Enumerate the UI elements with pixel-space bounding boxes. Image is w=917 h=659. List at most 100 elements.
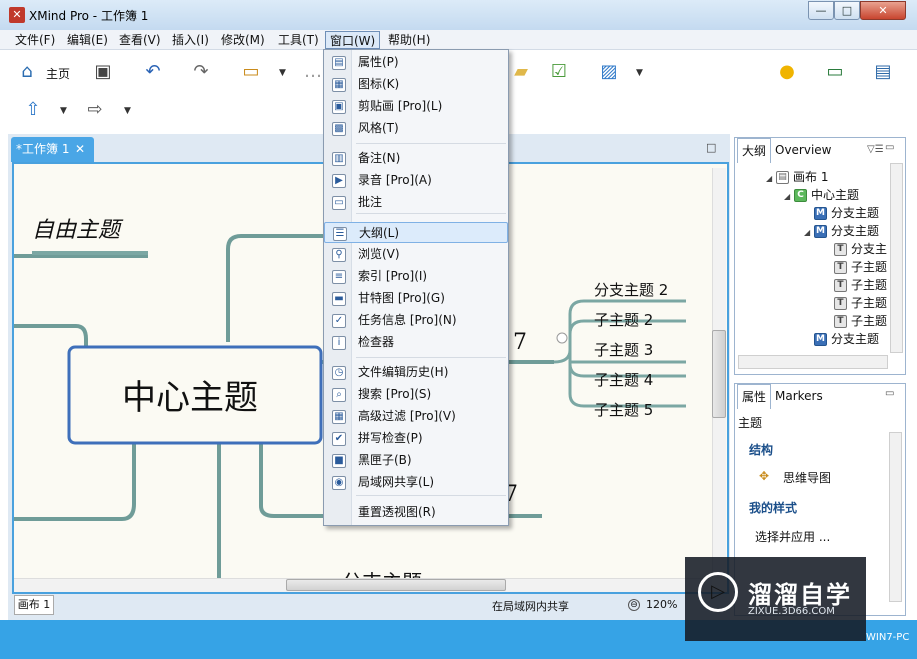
expand-toggle-icon[interactable]: ◢: [784, 188, 794, 206]
chevron-down-icon[interactable]: ▼: [636, 68, 643, 78]
comment-icon: ▭: [332, 196, 346, 210]
central-topic[interactable]: 中心主题: [122, 370, 258, 419]
menu-item[interactable]: ▭ 批注: [324, 192, 508, 213]
menu-item[interactable]: ▦ 图标(K): [324, 74, 508, 95]
chevron-down-icon[interactable]: ▼: [124, 106, 131, 116]
menu-view[interactable]: 查看(V): [115, 31, 165, 49]
topic-type-icon: T: [834, 279, 847, 292]
save-icon[interactable]: ▣: [90, 60, 116, 86]
export-icon[interactable]: ⇨: [82, 98, 108, 124]
home-icon[interactable]: ⌂: [14, 60, 40, 86]
menu-item[interactable]: ≡ 索引 [Pro](I): [324, 266, 508, 287]
maximize-view-icon[interactable]: □: [706, 141, 716, 154]
menu-item[interactable]: 重置透视图(R): [324, 502, 508, 523]
close-button[interactable]: ✕: [860, 1, 906, 20]
menu-item[interactable]: ▥ 备注(N): [324, 148, 508, 169]
menu-item[interactable]: ◉ 局域网共享(L): [324, 472, 508, 493]
upload-icon[interactable]: ⇧: [20, 98, 46, 124]
home-label[interactable]: 主页: [46, 65, 70, 82]
image-icon[interactable]: ▨: [596, 60, 622, 86]
outline-tree-item[interactable]: T 子主题: [824, 312, 887, 330]
minimize-button[interactable]: —: [808, 1, 834, 20]
menu-file[interactable]: 文件(F): [11, 31, 59, 49]
outline-item-label: 子主题: [851, 314, 888, 328]
sub-topic[interactable]: 子主题 3: [594, 339, 653, 360]
menu-modify[interactable]: 修改(M): [217, 31, 269, 49]
window-title: XMind Pro - 工作簿 1: [29, 9, 149, 23]
menu-item[interactable]: ✔ 拼写检查(P): [324, 428, 508, 449]
menu-item[interactable]: ⚲ 浏览(V): [324, 244, 508, 265]
minimize-panel-icon[interactable]: ▭: [885, 388, 894, 399]
task-icon[interactable]: ☑: [546, 60, 572, 86]
layout-icon[interactable]: ▤: [870, 60, 896, 86]
note-icon[interactable]: ▰: [508, 60, 534, 86]
expand-toggle-icon[interactable]: ◢: [804, 224, 814, 242]
menu-window[interactable]: 窗口(W): [325, 31, 381, 49]
presentation-icon[interactable]: ▭: [822, 60, 848, 86]
menu-item[interactable]: ▦ 高级过滤 [Pro](V): [324, 406, 508, 427]
menu-item-label: 任务信息 [Pro](N): [358, 313, 457, 327]
outline-tree-item[interactable]: ◢ C 中心主题: [784, 186, 859, 204]
outline-horizontal-scrollbar[interactable]: [738, 355, 888, 369]
menu-tools[interactable]: 工具(T): [274, 31, 323, 49]
horizontal-scroll-thumb[interactable]: [286, 579, 506, 591]
menu-item[interactable]: ◷ 文件编辑历史(H): [324, 362, 508, 383]
editor-tab-label: *工作簿 1: [16, 142, 70, 156]
sheet-tab[interactable]: 画布 1: [14, 595, 54, 615]
outline-tree-item[interactable]: ◢ ▤ 画布 1: [766, 168, 828, 186]
menu-item[interactable]: ☰ 大纲(L): [324, 222, 508, 243]
expand-toggle-icon[interactable]: ◢: [766, 170, 776, 188]
outline-tree-item[interactable]: T 子主题: [824, 258, 887, 276]
menu-edit[interactable]: 编辑(E): [63, 31, 112, 49]
properties-vertical-scrollbar[interactable]: [889, 432, 902, 602]
outline-tree-item[interactable]: T 分支主: [824, 240, 887, 258]
structure-value[interactable]: 思维导图: [783, 469, 831, 486]
sub-topic[interactable]: 子主题 5: [594, 399, 653, 420]
tab-overview[interactable]: Overview: [771, 138, 836, 163]
sub-topic[interactable]: 子主题 2: [594, 309, 653, 330]
menu-item[interactable]: ■ 黑匣子(B): [324, 450, 508, 471]
chevron-down-icon[interactable]: ▼: [279, 68, 286, 78]
menu-item[interactable]: ⌕ 搜索 [Pro](S): [324, 384, 508, 405]
maximize-button[interactable]: □: [834, 1, 860, 20]
menu-item[interactable]: ▤ 属性(P): [324, 52, 508, 73]
sub-topic[interactable]: 子主题 4: [594, 369, 653, 390]
minimize-panel-icon[interactable]: ▭: [885, 142, 894, 153]
branch-topic[interactable]: 分支主题 2: [594, 279, 668, 300]
zoom-out-icon[interactable]: ⊖: [628, 599, 640, 611]
menu-item[interactable]: ✓ 任务信息 [Pro](N): [324, 310, 508, 331]
view-menu-icon[interactable]: ▽☰: [867, 144, 884, 155]
menu-insert[interactable]: 插入(I): [168, 31, 213, 49]
menu-item[interactable]: ▶ 录音 [Pro](A): [324, 170, 508, 191]
outline-tree-item[interactable]: T 子主题: [824, 276, 887, 294]
zoom-level[interactable]: 120%: [646, 598, 677, 611]
menu-item[interactable]: ▬ 甘特图 [Pro](G): [324, 288, 508, 309]
menu-item[interactable]: ▣ 剪贴画 [Pro](L): [324, 96, 508, 117]
tab-outline[interactable]: 大纲: [737, 138, 772, 163]
menu-item-label: 属性(P): [358, 55, 399, 69]
outline-tree-item[interactable]: T 子主题: [824, 294, 887, 312]
undo-icon[interactable]: ↶: [140, 60, 166, 86]
redo-icon[interactable]: ↷: [188, 60, 214, 86]
vertical-scroll-thumb[interactable]: [712, 330, 726, 418]
outline-tree-item[interactable]: ◢ M 分支主题: [804, 222, 879, 240]
style-select-link[interactable]: 选择并应用 ...: [755, 528, 830, 545]
floating-topic[interactable]: 自由主题: [32, 212, 120, 244]
outline-vertical-scrollbar[interactable]: [890, 163, 903, 353]
close-icon[interactable]: ✕: [75, 137, 85, 162]
tab-markers[interactable]: Markers: [771, 384, 827, 409]
menu-help[interactable]: 帮助(H): [384, 31, 434, 49]
bulb-icon[interactable]: ●: [774, 60, 800, 86]
tab-properties[interactable]: 属性: [737, 384, 772, 409]
menu-item[interactable]: ▩ 风格(T): [324, 118, 508, 139]
outline-tree-item[interactable]: M 分支主题: [804, 204, 879, 222]
chevron-down-icon[interactable]: ▼: [60, 106, 67, 116]
insert-topic-icon[interactable]: ▭: [238, 60, 264, 86]
menu-item[interactable]: i 检查器: [324, 332, 508, 353]
outline-tree-item[interactable]: M 分支主题: [804, 330, 879, 348]
topic-type-icon: ▤: [776, 171, 789, 184]
lan-share-status: 在局域网内共享: [492, 600, 569, 613]
menu-item-label: 风格(T): [358, 121, 399, 135]
editor-tab[interactable]: *工作簿 1 ✕: [11, 137, 94, 162]
collapse-toggle-icon: [556, 332, 568, 344]
